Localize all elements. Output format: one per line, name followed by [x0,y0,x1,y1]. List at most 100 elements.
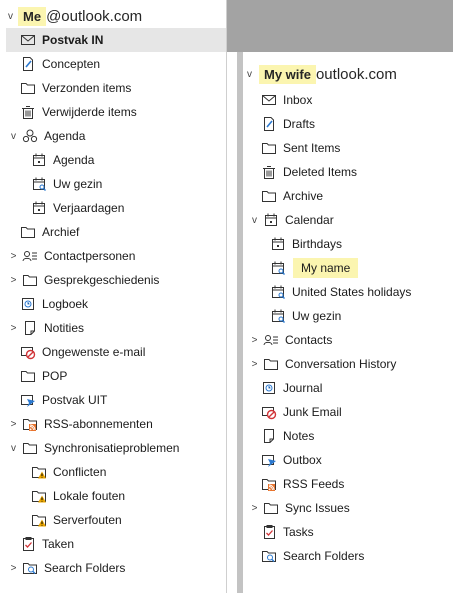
folder-item[interactable]: Conflicten [6,460,226,484]
folder-item[interactable]: POP [6,364,226,388]
folder-pane-wife: v My wife outlook.com Inbox Drafts Sent It… [237,52,453,593]
folder-item[interactable]: Lokale fouten [6,484,226,508]
folder-icon [22,272,38,288]
folder-item[interactable]: Agenda [6,148,226,172]
tasks-icon [20,536,36,552]
folder-item[interactable]: Taken [6,532,226,556]
account-domain-me: @outlook.com [46,7,143,25]
chevron-down-icon[interactable]: v [249,215,260,226]
calendar-group-icon [22,128,38,144]
contacts-icon [263,332,279,348]
folder-label: Agenda [44,129,86,143]
shared-calendar-icon [31,176,47,192]
chevron-right-icon[interactable]: > [249,503,260,514]
folder-item[interactable]: > Conversation History [247,352,453,376]
folder-label: My name [293,258,359,278]
chevron-right-icon[interactable]: > [249,359,260,370]
folder-item[interactable]: Uw gezin [6,172,226,196]
tasks-icon [261,524,277,540]
folder-pane-me: v Me @outlook.com Postvak IN Concepten Ver… [0,0,227,593]
folder-item[interactable]: Notes [247,424,453,448]
folder-label: RSS Feeds [283,477,345,491]
shared-calendar-icon [270,260,286,276]
account-tag-me: Me [18,6,47,26]
chevron-right-icon[interactable]: > [8,251,19,262]
account-header-wife[interactable]: v My wife outlook.com [247,62,397,86]
folder-item[interactable]: > Contactpersonen [6,244,226,268]
folder-item[interactable]: Postvak IN [6,28,226,52]
folder-label: POP [42,369,68,383]
drafts-icon [20,56,36,72]
folder-item[interactable]: Verjaardagen [6,196,226,220]
inbox-icon [261,92,277,108]
folder-item[interactable]: Ongewenste e-mail [6,340,226,364]
chevron-down-icon[interactable]: v [8,443,19,454]
chevron-down-icon[interactable]: v [8,131,19,142]
folder-label: Postvak UIT [42,393,108,407]
folder-item[interactable]: Concepten [6,52,226,76]
folder-item[interactable]: Logboek [6,292,226,316]
chevron-down-icon[interactable]: v [247,69,259,80]
folder-label: Notities [44,321,85,335]
folder-icon [263,500,279,516]
folder-label: Verwijderde items [42,105,137,119]
folder-label: Conflicten [53,465,107,479]
chevron-right-icon[interactable]: > [8,563,19,574]
folder-item[interactable]: Verwijderde items [6,100,226,124]
folder-label: Sync Issues [285,501,350,515]
account-header-me[interactable]: v Me @outlook.com [8,4,142,28]
folder-label: Sent Items [283,141,341,155]
folder-item[interactable]: Archive [247,184,453,208]
folder-item[interactable]: > Search Folders [6,556,226,580]
outbox-icon [261,452,277,468]
folder-label: Archive [283,189,324,203]
folder-item[interactable]: Postvak UIT [6,388,226,412]
folder-item[interactable]: > Sync Issues [247,496,453,520]
chevron-right-icon[interactable]: > [8,419,19,430]
folder-item[interactable]: Search Folders [247,544,453,568]
chevron-right-icon[interactable]: > [249,335,260,346]
folder-label: Contacts [285,333,333,347]
folder-item[interactable]: > Gesprekgeschiedenis [6,268,226,292]
folder-label: Archief [42,225,80,239]
calendar-icon [270,236,286,252]
folder-label: Birthdays [292,237,343,251]
folder-label: Notes [283,429,315,443]
folder-label: United States holidays [292,285,412,299]
folder-item[interactable]: Verzonden items [6,76,226,100]
folder-item[interactable]: Archief [6,220,226,244]
folder-item[interactable]: Uw gezin [247,304,453,328]
folder-icon [261,140,277,156]
folder-item[interactable]: United States holidays [247,280,453,304]
folder-item[interactable]: > RSS-abonnementen [6,412,226,436]
chevron-right-icon[interactable]: > [8,323,19,334]
folder-item[interactable]: Journal [247,376,453,400]
shared-calendar-icon [270,308,286,324]
folder-item[interactable]: > Notities [6,316,226,340]
folder-label: Inbox [283,93,313,107]
folder-label: Uw gezin [53,177,103,191]
calendar-icon [263,212,279,228]
folder-label: Outbox [283,453,322,467]
folder-label: Tasks [283,525,314,539]
folder-item[interactable]: Serverfouten [6,508,226,532]
folder-item[interactable]: Junk Email [247,400,453,424]
folder-item[interactable]: Tasks [247,520,453,544]
folder-item[interactable]: Deleted Items [247,160,453,184]
folder-item[interactable]: v Synchronisatieproblemen [6,436,226,460]
folder-label: Deleted Items [283,165,358,179]
account-domain-wife: outlook.com [315,65,397,83]
folder-item[interactable]: My name [247,256,453,280]
folder-item[interactable]: v Calendar [247,208,453,232]
folder-label: Concepten [42,57,101,71]
folder-item[interactable]: RSS Feeds [247,472,453,496]
folder-item[interactable]: Inbox [247,88,453,112]
folder-item[interactable]: v Agenda [6,124,226,148]
folder-item[interactable]: > Contacts [247,328,453,352]
folder-item[interactable]: Outbox [247,448,453,472]
folder-item[interactable]: Sent Items [247,136,453,160]
sync-warning-icon [31,488,47,504]
folder-item[interactable]: Drafts [247,112,453,136]
folder-item[interactable]: Birthdays [247,232,453,256]
chevron-right-icon[interactable]: > [8,275,19,286]
